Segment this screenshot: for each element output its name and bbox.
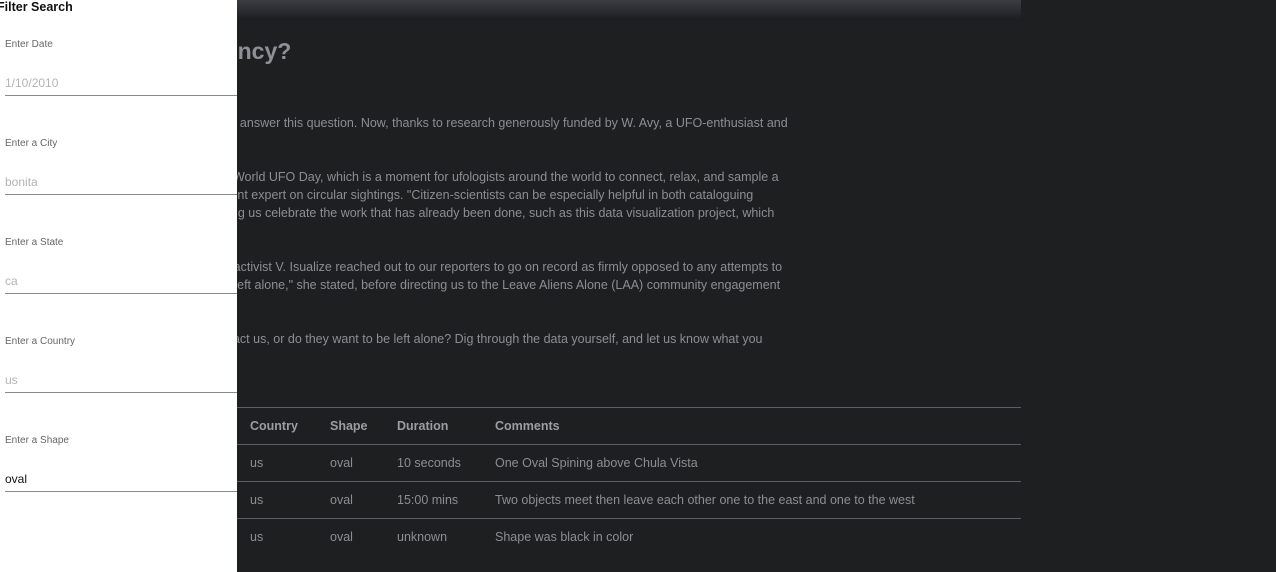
cell-shape: oval bbox=[320, 444, 387, 482]
state-field-label: Enter a State bbox=[5, 237, 64, 248]
country-input[interactable] bbox=[5, 368, 237, 393]
column-header-duration[interactable]: Duration bbox=[387, 407, 485, 445]
page-gutter bbox=[1021, 0, 1276, 572]
column-header-country[interactable]: Country bbox=[240, 407, 320, 445]
date-field: Enter Date bbox=[5, 39, 237, 109]
cell-duration: 10 seconds bbox=[387, 444, 485, 482]
cell-country: us bbox=[240, 444, 320, 482]
cell-duration: unknown bbox=[387, 518, 485, 555]
cell-comments: Two objects meet then leave each other o… bbox=[485, 481, 1021, 519]
cell-country: us bbox=[240, 518, 320, 555]
filter-title: Filter Search bbox=[0, 0, 73, 14]
cell-comments: One Oval Spining above Chula Vista bbox=[485, 444, 1021, 482]
city-input[interactable] bbox=[5, 170, 237, 195]
date-input[interactable] bbox=[5, 71, 237, 96]
cell-duration: 15:00 mins bbox=[387, 481, 485, 519]
country-field: Enter a Country bbox=[5, 336, 237, 406]
filter-panel: Filter Search Enter Date Enter a City En… bbox=[0, 0, 237, 572]
cell-shape: oval bbox=[320, 481, 387, 519]
column-header-shape[interactable]: Shape bbox=[320, 407, 387, 445]
cell-shape: oval bbox=[320, 518, 387, 555]
cell-comments: Shape was black in color bbox=[485, 518, 1021, 555]
cell-country: us bbox=[240, 481, 320, 519]
city-field: Enter a City bbox=[5, 138, 237, 208]
state-input[interactable] bbox=[5, 269, 237, 294]
city-field-label: Enter a City bbox=[5, 138, 58, 149]
country-field-label: Enter a Country bbox=[5, 336, 76, 347]
shape-input[interactable] bbox=[5, 467, 237, 492]
date-field-label: Enter Date bbox=[5, 39, 53, 50]
shape-field-label: Enter a Shape bbox=[5, 435, 69, 446]
shape-field: Enter a Shape bbox=[5, 435, 237, 505]
state-field: Enter a State bbox=[5, 237, 237, 307]
page: Are we alone? Is thncy? nia, humans have… bbox=[0, 0, 1276, 572]
column-header-comments[interactable]: Comments bbox=[485, 407, 1021, 445]
